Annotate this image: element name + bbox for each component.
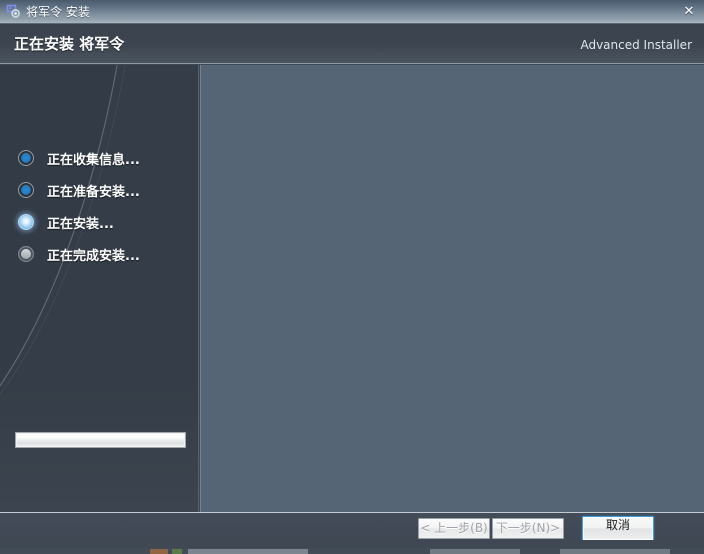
background-sliver-chip [150, 549, 168, 554]
main-content-panel [200, 65, 704, 512]
close-button[interactable]: ✕ [678, 2, 700, 20]
body-area: 正在收集信息... 正在准备安装... 正在安装... 正在完成安装... [0, 65, 704, 512]
page-header: 正在安装 将军令 Advanced Installer [0, 24, 704, 64]
step-label: 正在安装... [47, 216, 114, 232]
step-label: 正在完成安装... [47, 248, 140, 264]
background-sliver-chip [430, 549, 520, 554]
back-button[interactable]: < 上一步(B) [418, 518, 490, 539]
cancel-button[interactable]: 取消 [582, 516, 654, 540]
window-title: 将军令 安装 [26, 5, 90, 19]
progress-bar-track [17, 434, 184, 446]
background-sliver [0, 540, 704, 554]
step-item-preparing: 正在准备安装... [0, 174, 199, 206]
brand-label: Advanced Installer [580, 38, 692, 52]
background-sliver-chip [172, 549, 182, 554]
step-list: 正在收集信息... 正在准备安装... 正在安装... 正在完成安装... [0, 142, 199, 270]
step-label: 正在准备安装... [47, 184, 140, 200]
step-status-icon-active [18, 214, 34, 230]
installer-icon [6, 4, 22, 20]
step-status-icon-done [18, 182, 34, 198]
sidebar-divider [198, 65, 199, 512]
background-sliver-chip [188, 549, 308, 554]
background-sliver-chip [560, 549, 670, 554]
close-icon: ✕ [683, 3, 695, 19]
next-button[interactable]: 下一步(N)> [492, 518, 564, 539]
page-title: 正在安装 将军令 [14, 35, 125, 53]
progress-bar [15, 432, 186, 448]
step-status-icon-pending [18, 246, 34, 262]
sidebar: 正在收集信息... 正在准备安装... 正在安装... 正在完成安装... [0, 65, 199, 512]
step-status-icon-done [18, 150, 34, 166]
step-item-collecting: 正在收集信息... [0, 142, 199, 174]
installer-window: 将军令 安装 ✕ 正在安装 将军令 Advanced Installer 正在收… [0, 0, 704, 540]
footer-button-bar: < 上一步(B) 下一步(N)> 取消 [0, 512, 704, 540]
step-item-finishing: 正在完成安装... [0, 238, 199, 270]
step-label: 正在收集信息... [47, 152, 140, 168]
step-item-installing: 正在安装... [0, 206, 199, 238]
title-bar: 将军令 安装 ✕ [0, 0, 704, 24]
